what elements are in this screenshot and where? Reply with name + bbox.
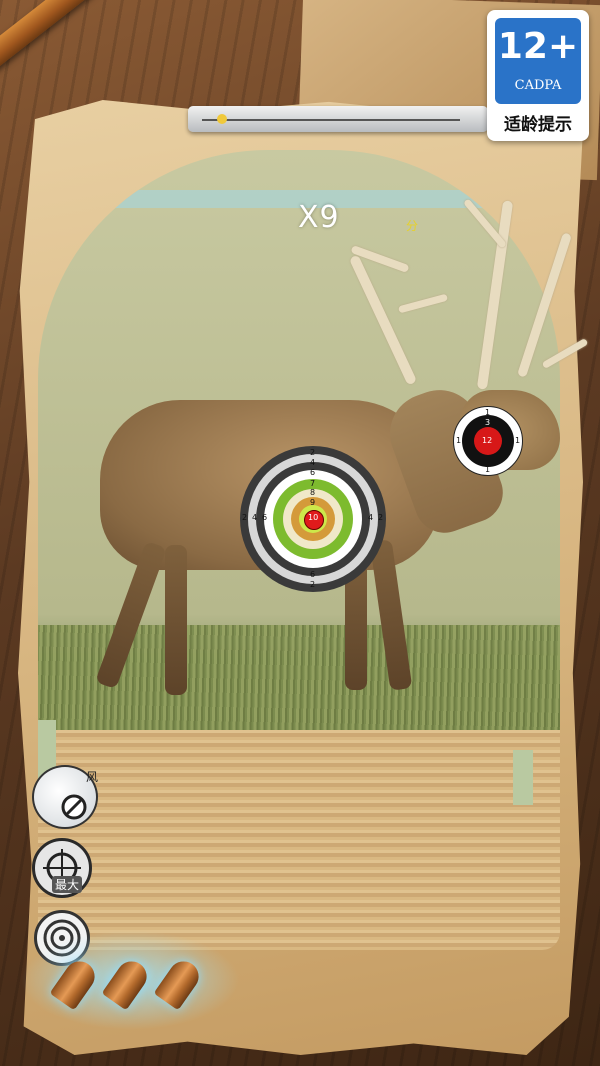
ring-number: 8 bbox=[310, 488, 316, 497]
ring-number: 7 bbox=[310, 479, 316, 488]
ring-number: 1 bbox=[485, 465, 491, 474]
sand-ground bbox=[38, 730, 560, 950]
ring-number: 4 bbox=[368, 513, 374, 522]
ring-number: 3 bbox=[485, 418, 491, 427]
ring-number: 12 bbox=[482, 436, 493, 445]
wind-label: 风 bbox=[86, 770, 99, 784]
score-unit: 分 bbox=[406, 219, 419, 233]
ring-number: 4 bbox=[310, 458, 316, 467]
ring-number: 2 bbox=[310, 580, 316, 589]
progress-marker bbox=[217, 114, 228, 124]
age-rating: 12+ bbox=[497, 26, 579, 67]
ring-number: 1 bbox=[485, 408, 491, 417]
scope-label: 最大 bbox=[52, 876, 83, 893]
progress-track bbox=[202, 119, 460, 121]
ring-number: 6 bbox=[310, 570, 316, 579]
progress-bar bbox=[188, 106, 488, 132]
main-target[interactable]: 2 4 6 7 8 9 10 2 4 6 4 2 6 2 bbox=[240, 446, 386, 592]
rating-org: CADPA bbox=[514, 78, 562, 93]
ring-number: 2 bbox=[310, 448, 316, 457]
score-multiplier: X9 bbox=[298, 200, 340, 235]
age-hint: 适龄提示 bbox=[504, 115, 572, 135]
ring-number: 6 bbox=[310, 468, 316, 477]
range-post-right bbox=[513, 750, 533, 805]
ring-number: 10 bbox=[308, 513, 319, 522]
ring-number: 1 bbox=[456, 436, 462, 445]
ring-number: 2 bbox=[378, 513, 384, 522]
ring-number: 4 bbox=[252, 513, 258, 522]
ring-number: 6 bbox=[262, 513, 268, 522]
small-target[interactable]: 1 3 12 1 1 1 bbox=[453, 406, 523, 476]
ring-number: 2 bbox=[242, 513, 248, 522]
age-rating-box: 12+ CADPA bbox=[495, 18, 581, 104]
age-rating-badge: 12+ CADPA 适龄提示 bbox=[487, 10, 589, 141]
ring-number: 9 bbox=[310, 498, 316, 507]
ring-number: 1 bbox=[515, 436, 521, 445]
